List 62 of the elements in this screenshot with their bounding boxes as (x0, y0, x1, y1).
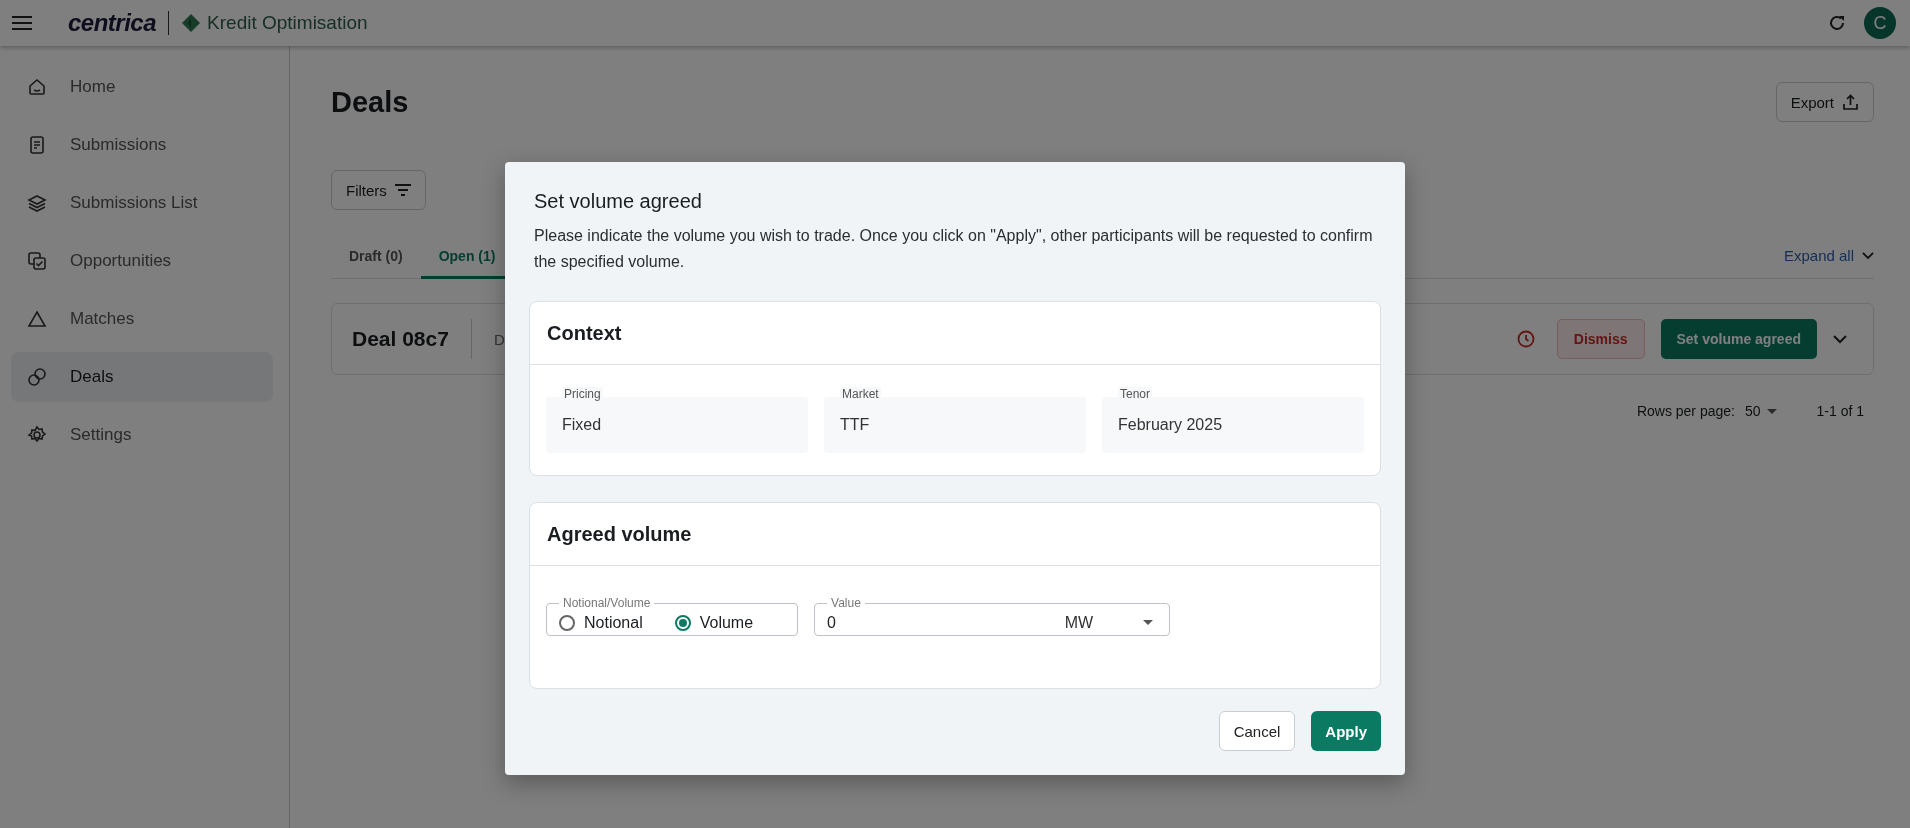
clock-icon (1516, 330, 1535, 348)
upload-icon (1842, 93, 1859, 111)
brand-logo: centrica (68, 9, 157, 37)
user-avatar[interactable]: C (1864, 7, 1896, 39)
menu-icon[interactable] (12, 16, 32, 30)
radio-option[interactable]: Notional (559, 613, 643, 632)
dismiss-button[interactable]: Dismiss (1556, 319, 1645, 359)
settings-icon (27, 425, 47, 445)
set-volume-button[interactable]: Set volume agreed (1660, 319, 1817, 359)
apply-button[interactable]: Apply (1311, 711, 1381, 751)
caret-icon (1766, 408, 1777, 414)
cancel-button[interactable]: Cancel (1218, 711, 1296, 751)
radio-label: Notional (584, 613, 643, 632)
circles-icon (27, 367, 47, 387)
product-name: Kredit Optimisation (207, 12, 368, 34)
radio-button-icon[interactable] (559, 614, 575, 631)
checked-squares-icon (27, 251, 47, 271)
field-label: Pricing (562, 387, 603, 401)
unit-select[interactable]: MW (1060, 613, 1158, 632)
tab[interactable]: Draft (0) (331, 248, 421, 279)
value-field[interactable]: Value 0 MW (814, 596, 1171, 636)
caret-icon (1143, 620, 1154, 625)
document-icon (27, 135, 47, 155)
dialog-title: Set volume agreed (534, 190, 703, 213)
chevron-down-icon (1862, 251, 1874, 260)
diamond-logo-icon (181, 13, 202, 33)
radio-option[interactable]: Volume (674, 613, 754, 632)
field-label: Value (830, 596, 862, 610)
field-label: Tenor (1118, 387, 1153, 401)
card-title: Agreed volume (547, 522, 692, 546)
rows-per-page-select[interactable]: 50 (1744, 403, 1777, 419)
field-value: Fixed (562, 416, 602, 434)
page-range: 1-1 of 1 (1816, 403, 1864, 419)
export-button[interactable]: Export (1775, 82, 1874, 122)
nav-item[interactable]: Submissions List (11, 178, 273, 228)
filters-button[interactable]: Filters (331, 170, 426, 210)
page-title: Deals (331, 85, 409, 119)
deal-title: Deal 08c7 (352, 327, 449, 351)
nav-item[interactable]: Submissions (11, 120, 273, 170)
expand-all-link[interactable]: Expand all (1783, 247, 1874, 278)
radio-label: Volume (699, 613, 754, 632)
layers-icon (27, 193, 47, 213)
card-title: Context (547, 321, 622, 345)
dialog-description: Please indicate the volume you wish to trade. Once you click on "Apply", other participants will be requested to confirm the specified volume. (534, 226, 1374, 272)
filter-icon (394, 184, 411, 196)
rows-per-page-label: Rows per page: (1636, 403, 1735, 419)
nav-item[interactable]: Matches (11, 294, 273, 344)
home-icon (27, 77, 47, 97)
value-input[interactable]: 0 (827, 613, 1028, 632)
field-value: TTF (840, 416, 870, 434)
field-label: Notional/Volume (562, 596, 652, 610)
chevron-down-icon[interactable] (1833, 334, 1847, 344)
nav-item[interactable]: Home (11, 62, 273, 112)
deal-detail: D (493, 330, 505, 348)
field-label: Market (840, 387, 881, 401)
radio-button-icon[interactable] (674, 614, 691, 631)
nav-item[interactable]: Settings (11, 410, 273, 460)
triangle-icon (27, 309, 47, 329)
nav-item[interactable]: Opportunities (11, 236, 273, 286)
field-value: February 2025 (1118, 416, 1223, 434)
nav-item[interactable]: Deals (11, 352, 273, 402)
refresh-icon[interactable] (1828, 14, 1846, 32)
